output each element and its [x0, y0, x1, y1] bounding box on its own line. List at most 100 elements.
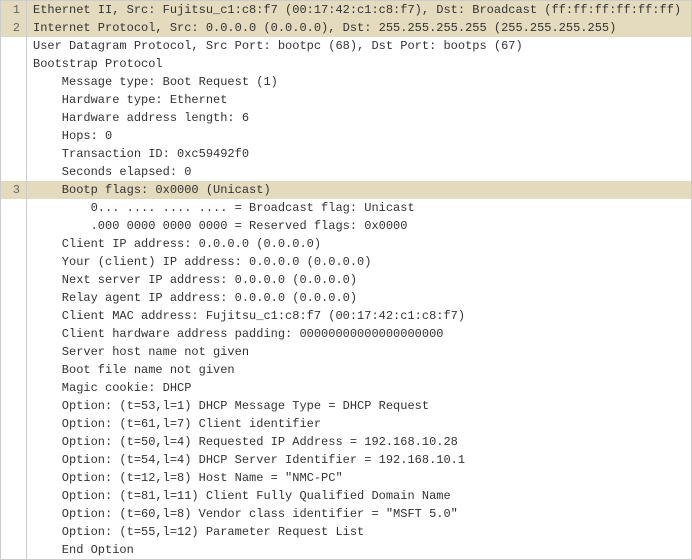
line-number	[1, 415, 27, 433]
packet-line[interactable]: Option: (t=54,l=4) DHCP Server Identifie…	[1, 451, 691, 469]
line-text: Your (client) IP address: 0.0.0.0 (0.0.0…	[33, 255, 371, 269]
line-content[interactable]: End Option	[27, 541, 691, 559]
packet-line[interactable]: User Datagram Protocol, Src Port: bootpc…	[1, 37, 691, 55]
line-text: Option: (t=12,l=8) Host Name = "NMC-PC"	[33, 471, 343, 485]
packet-line[interactable]: Option: (t=55,l=12) Parameter Request Li…	[1, 523, 691, 541]
line-text: Boot file name not given	[33, 363, 235, 377]
packet-line[interactable]: Seconds elapsed: 0	[1, 163, 691, 181]
line-text: Ethernet II, Src: Fujitsu_c1:c8:f7 (00:1…	[33, 3, 681, 17]
line-content[interactable]: Option: (t=53,l=1) DHCP Message Type = D…	[27, 397, 691, 415]
line-text: Server host name not given	[33, 345, 249, 359]
line-content[interactable]: Server host name not given	[27, 343, 691, 361]
line-text: Client hardware address padding: 0000000…	[33, 327, 443, 341]
packet-line[interactable]: 3 Bootp flags: 0x0000 (Unicast)	[1, 181, 691, 199]
packet-line[interactable]: .000 0000 0000 0000 = Reserved flags: 0x…	[1, 217, 691, 235]
line-number	[1, 307, 27, 325]
line-number	[1, 433, 27, 451]
line-content[interactable]: Seconds elapsed: 0	[27, 163, 691, 181]
packet-line[interactable]: Client hardware address padding: 0000000…	[1, 325, 691, 343]
line-content[interactable]: Client MAC address: Fujitsu_c1:c8:f7 (00…	[27, 307, 691, 325]
line-text: Option: (t=53,l=1) DHCP Message Type = D…	[33, 399, 429, 413]
line-number	[1, 73, 27, 91]
line-number	[1, 361, 27, 379]
line-content[interactable]: Next server IP address: 0.0.0.0 (0.0.0.0…	[27, 271, 691, 289]
line-content[interactable]: Transaction ID: 0xc59492f0	[27, 145, 691, 163]
line-text: Option: (t=81,l=11) Client Fully Qualifi…	[33, 489, 451, 503]
line-text: Option: (t=60,l=8) Vendor class identifi…	[33, 507, 458, 521]
packet-line[interactable]: Client MAC address: Fujitsu_c1:c8:f7 (00…	[1, 307, 691, 325]
line-content[interactable]: Hardware address length: 6	[27, 109, 691, 127]
line-content[interactable]: .000 0000 0000 0000 = Reserved flags: 0x…	[27, 217, 691, 235]
packet-line[interactable]: Your (client) IP address: 0.0.0.0 (0.0.0…	[1, 253, 691, 271]
packet-line[interactable]: 2Internet Protocol, Src: 0.0.0.0 (0.0.0.…	[1, 19, 691, 37]
line-number	[1, 379, 27, 397]
line-content[interactable]: Client hardware address padding: 0000000…	[27, 325, 691, 343]
line-content[interactable]: Bootstrap Protocol	[27, 55, 691, 73]
packet-line[interactable]: Hops: 0	[1, 127, 691, 145]
line-content[interactable]: Message type: Boot Request (1)	[27, 73, 691, 91]
line-number	[1, 217, 27, 235]
line-number	[1, 145, 27, 163]
packet-line[interactable]: Option: (t=12,l=8) Host Name = "NMC-PC"	[1, 469, 691, 487]
packet-line[interactable]: Option: (t=50,l=4) Requested IP Address …	[1, 433, 691, 451]
line-content[interactable]: Option: (t=54,l=4) DHCP Server Identifie…	[27, 451, 691, 469]
line-text: Seconds elapsed: 0	[33, 165, 191, 179]
line-number	[1, 523, 27, 541]
line-text: Option: (t=50,l=4) Requested IP Address …	[33, 435, 458, 449]
packet-line[interactable]: Bootstrap Protocol	[1, 55, 691, 73]
packet-line[interactable]: Magic cookie: DHCP	[1, 379, 691, 397]
packet-line[interactable]: Hardware type: Ethernet	[1, 91, 691, 109]
line-number	[1, 343, 27, 361]
line-content[interactable]: Option: (t=61,l=7) Client identifier	[27, 415, 691, 433]
packet-line[interactable]: Next server IP address: 0.0.0.0 (0.0.0.0…	[1, 271, 691, 289]
packet-line[interactable]: Client IP address: 0.0.0.0 (0.0.0.0)	[1, 235, 691, 253]
packet-line[interactable]: 1Ethernet II, Src: Fujitsu_c1:c8:f7 (00:…	[1, 1, 691, 19]
line-content[interactable]: 0... .... .... .... = Broadcast flag: Un…	[27, 199, 691, 217]
line-text: .000 0000 0000 0000 = Reserved flags: 0x…	[33, 219, 407, 233]
line-content[interactable]: Hardware type: Ethernet	[27, 91, 691, 109]
packet-line[interactable]: Boot file name not given	[1, 361, 691, 379]
line-text: Bootstrap Protocol	[33, 57, 163, 71]
line-content[interactable]: Relay agent IP address: 0.0.0.0 (0.0.0.0…	[27, 289, 691, 307]
packet-line[interactable]: Transaction ID: 0xc59492f0	[1, 145, 691, 163]
packet-line[interactable]: Server host name not given	[1, 343, 691, 361]
line-content[interactable]: User Datagram Protocol, Src Port: bootpc…	[27, 37, 691, 55]
packet-line[interactable]: Option: (t=61,l=7) Client identifier	[1, 415, 691, 433]
packet-line[interactable]: 0... .... .... .... = Broadcast flag: Un…	[1, 199, 691, 217]
packet-line[interactable]: Option: (t=53,l=1) DHCP Message Type = D…	[1, 397, 691, 415]
packet-line[interactable]: Relay agent IP address: 0.0.0.0 (0.0.0.0…	[1, 289, 691, 307]
line-text: Option: (t=55,l=12) Parameter Request Li…	[33, 525, 364, 539]
line-number	[1, 199, 27, 217]
packet-line[interactable]: End Option	[1, 541, 691, 559]
line-text: Internet Protocol, Src: 0.0.0.0 (0.0.0.0…	[33, 21, 616, 35]
line-content[interactable]: Your (client) IP address: 0.0.0.0 (0.0.0…	[27, 253, 691, 271]
line-content[interactable]: Bootp flags: 0x0000 (Unicast)	[27, 181, 691, 199]
line-number	[1, 127, 27, 145]
line-text: 0... .... .... .... = Broadcast flag: Un…	[33, 201, 415, 215]
line-content[interactable]: Client IP address: 0.0.0.0 (0.0.0.0)	[27, 235, 691, 253]
line-number: 3	[1, 181, 27, 199]
line-content[interactable]: Ethernet II, Src: Fujitsu_c1:c8:f7 (00:1…	[27, 1, 691, 19]
line-content[interactable]: Option: (t=81,l=11) Client Fully Qualifi…	[27, 487, 691, 505]
line-number	[1, 109, 27, 127]
line-content[interactable]: Option: (t=60,l=8) Vendor class identifi…	[27, 505, 691, 523]
packet-line[interactable]: Hardware address length: 6	[1, 109, 691, 127]
line-text: User Datagram Protocol, Src Port: bootpc…	[33, 39, 523, 53]
line-number	[1, 397, 27, 415]
packet-detail-pane[interactable]: 1Ethernet II, Src: Fujitsu_c1:c8:f7 (00:…	[0, 0, 692, 560]
packet-line[interactable]: Message type: Boot Request (1)	[1, 73, 691, 91]
line-text: Hardware type: Ethernet	[33, 93, 227, 107]
line-number	[1, 451, 27, 469]
line-number	[1, 163, 27, 181]
line-content[interactable]: Option: (t=50,l=4) Requested IP Address …	[27, 433, 691, 451]
line-content[interactable]: Hops: 0	[27, 127, 691, 145]
line-content[interactable]: Option: (t=55,l=12) Parameter Request Li…	[27, 523, 691, 541]
line-content[interactable]: Boot file name not given	[27, 361, 691, 379]
packet-line[interactable]: Option: (t=60,l=8) Vendor class identifi…	[1, 505, 691, 523]
line-number	[1, 541, 27, 559]
line-content[interactable]: Magic cookie: DHCP	[27, 379, 691, 397]
line-text: Relay agent IP address: 0.0.0.0 (0.0.0.0…	[33, 291, 357, 305]
line-content[interactable]: Internet Protocol, Src: 0.0.0.0 (0.0.0.0…	[27, 19, 691, 37]
packet-line[interactable]: Option: (t=81,l=11) Client Fully Qualifi…	[1, 487, 691, 505]
line-content[interactable]: Option: (t=12,l=8) Host Name = "NMC-PC"	[27, 469, 691, 487]
